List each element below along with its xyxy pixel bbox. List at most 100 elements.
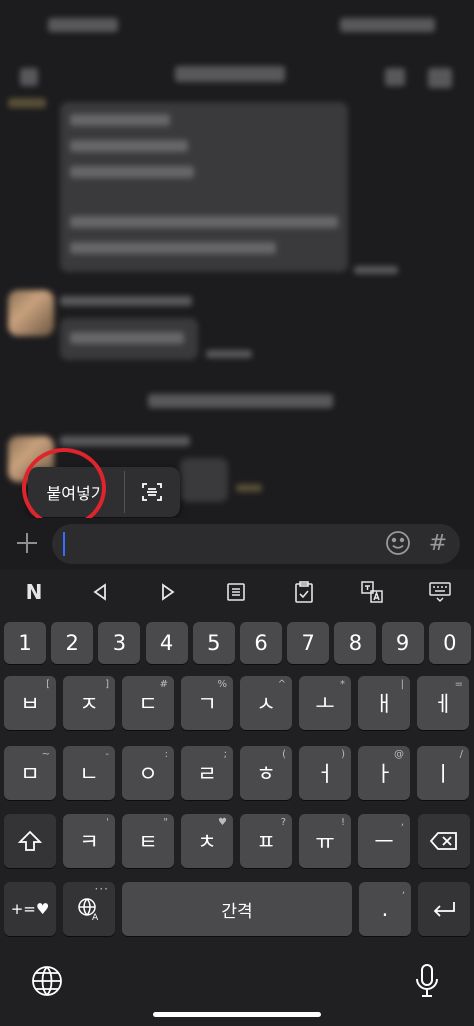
key-hint: ^: [277, 679, 286, 690]
key-8[interactable]: = ㅔ: [417, 676, 469, 730]
backspace-key[interactable]: [418, 814, 470, 868]
period-key[interactable]: , .: [359, 882, 411, 936]
key-label: ㄴ: [79, 762, 99, 786]
key-9[interactable]: ~ ㅁ: [4, 746, 56, 800]
key-label: ㅓ: [315, 762, 335, 786]
key-label: ㅔ: [433, 692, 453, 716]
shift-key[interactable]: [4, 814, 56, 868]
key-label: ㅗ: [315, 692, 335, 716]
key-hint: (: [282, 749, 286, 760]
key-label: ㅍ: [256, 830, 276, 854]
key-label: 6: [254, 631, 268, 655]
key-hint: ': [106, 817, 109, 828]
key-11[interactable]: :ㅇ: [122, 746, 174, 800]
key-17[interactable]: ' ㅋ: [63, 814, 115, 868]
hashtag-button[interactable]: #: [424, 528, 452, 558]
key-13[interactable]: (ㅎ: [240, 746, 292, 800]
key-10[interactable]: -ㄴ: [63, 746, 115, 800]
key-12[interactable]: ; ㄹ: [181, 746, 233, 800]
key-22[interactable]: ,ㅡ: [358, 814, 410, 868]
key-label: 4: [159, 631, 174, 655]
key-18[interactable]: " ㅌ: [122, 814, 174, 868]
key-hint: |: [400, 679, 404, 690]
key-hint: !: [340, 817, 345, 828]
key-hint: =: [454, 679, 463, 690]
key-5[interactable]: ^ ㅅ: [240, 676, 292, 730]
key-label: 9: [395, 631, 410, 655]
left-arrow-icon[interactable]: [80, 576, 120, 608]
number-key-7[interactable]: 7: [287, 622, 330, 664]
number-key-3[interactable]: 3: [98, 622, 141, 664]
key-15[interactable]: @ ㅏ: [358, 746, 410, 800]
number-key-6[interactable]: 6: [240, 622, 282, 664]
microphone-icon[interactable]: [412, 962, 442, 1000]
key-hint: ;: [223, 749, 227, 760]
home-indicator: [153, 1012, 321, 1017]
key-hint: :: [164, 749, 168, 760]
plus-icon[interactable]: [14, 530, 40, 556]
number-key-2[interactable]: 2: [51, 622, 94, 664]
period-hint: ,: [401, 885, 405, 896]
number-key-8[interactable]: 8: [334, 622, 377, 664]
key-4[interactable]: % ㄱ: [181, 676, 233, 730]
return-key[interactable]: [418, 882, 470, 936]
key-3[interactable]: # ㄷ: [122, 676, 174, 730]
key-hint: *: [340, 679, 345, 690]
key-hint: ,: [400, 817, 404, 828]
translate-icon[interactable]: [352, 576, 392, 608]
key-hint: /: [459, 749, 463, 760]
key-label: 8: [348, 631, 363, 655]
space-key[interactable]: 간격: [122, 882, 352, 936]
number-key-4[interactable]: 4: [145, 622, 188, 664]
key-label: ㅁ: [20, 762, 40, 786]
key-label: ㄹ: [197, 762, 217, 786]
key-14[interactable]: ) ㅓ: [299, 746, 351, 800]
memo-icon[interactable]: [216, 576, 256, 608]
key-21[interactable]: ! ㅠ: [299, 814, 351, 868]
key-6[interactable]: * ㅗ: [299, 676, 351, 730]
number-key-0[interactable]: 0: [428, 622, 471, 664]
key-hint: ?: [280, 817, 286, 828]
keyboard-hide-icon[interactable]: [420, 576, 460, 608]
key-1[interactable]: [ㅂ: [4, 676, 56, 730]
key-label: ㅇ: [138, 762, 158, 786]
naver-logo[interactable]: N: [14, 576, 54, 608]
right-arrow-icon[interactable]: [148, 576, 188, 608]
key-label: ㄷ: [138, 692, 158, 716]
language-key[interactable]: ··· A: [63, 882, 115, 936]
key-label: ㅡ: [374, 830, 394, 854]
number-key-1[interactable]: 1: [4, 622, 46, 664]
key-hint: ~: [41, 749, 50, 760]
key-hint: ]: [105, 679, 109, 690]
emoji-icon[interactable]: [384, 529, 412, 557]
key-label: ㅏ: [374, 762, 394, 786]
key-hint: @: [394, 749, 404, 760]
key-label: ㅊ: [197, 830, 217, 854]
symbols-key[interactable]: +=♥: [4, 882, 56, 936]
key-label: ㅋ: [79, 830, 99, 854]
text-scan-icon[interactable]: [132, 475, 172, 509]
key-label: 7: [301, 631, 315, 655]
key-19[interactable]: ♥ ㅊ: [181, 814, 233, 868]
key-label: 1: [18, 631, 32, 655]
number-key-9[interactable]: 9: [381, 622, 424, 664]
key-label: ㅂ: [20, 692, 40, 716]
popup-divider: [124, 471, 125, 513]
svg-text:A: A: [92, 913, 99, 922]
key-label: 2: [65, 631, 79, 655]
key-label: ㅐ: [374, 692, 394, 716]
key-hint: %: [217, 679, 227, 690]
key-2[interactable]: ] ㅈ: [63, 676, 115, 730]
key-label: 3: [112, 631, 127, 655]
highlight-circle: [22, 448, 106, 528]
key-label: ㅣ: [433, 762, 453, 786]
text-caret: [63, 532, 65, 556]
number-key-5[interactable]: 5: [192, 622, 235, 664]
key-20[interactable]: ? ㅍ: [240, 814, 292, 868]
globe-icon[interactable]: [30, 964, 64, 998]
key-label: ㅅ: [256, 692, 276, 716]
clipboard-icon[interactable]: [284, 576, 324, 608]
key-16[interactable]: / ㅣ: [417, 746, 469, 800]
key-hint: -: [105, 749, 109, 760]
key-7[interactable]: | ㅐ: [358, 676, 410, 730]
